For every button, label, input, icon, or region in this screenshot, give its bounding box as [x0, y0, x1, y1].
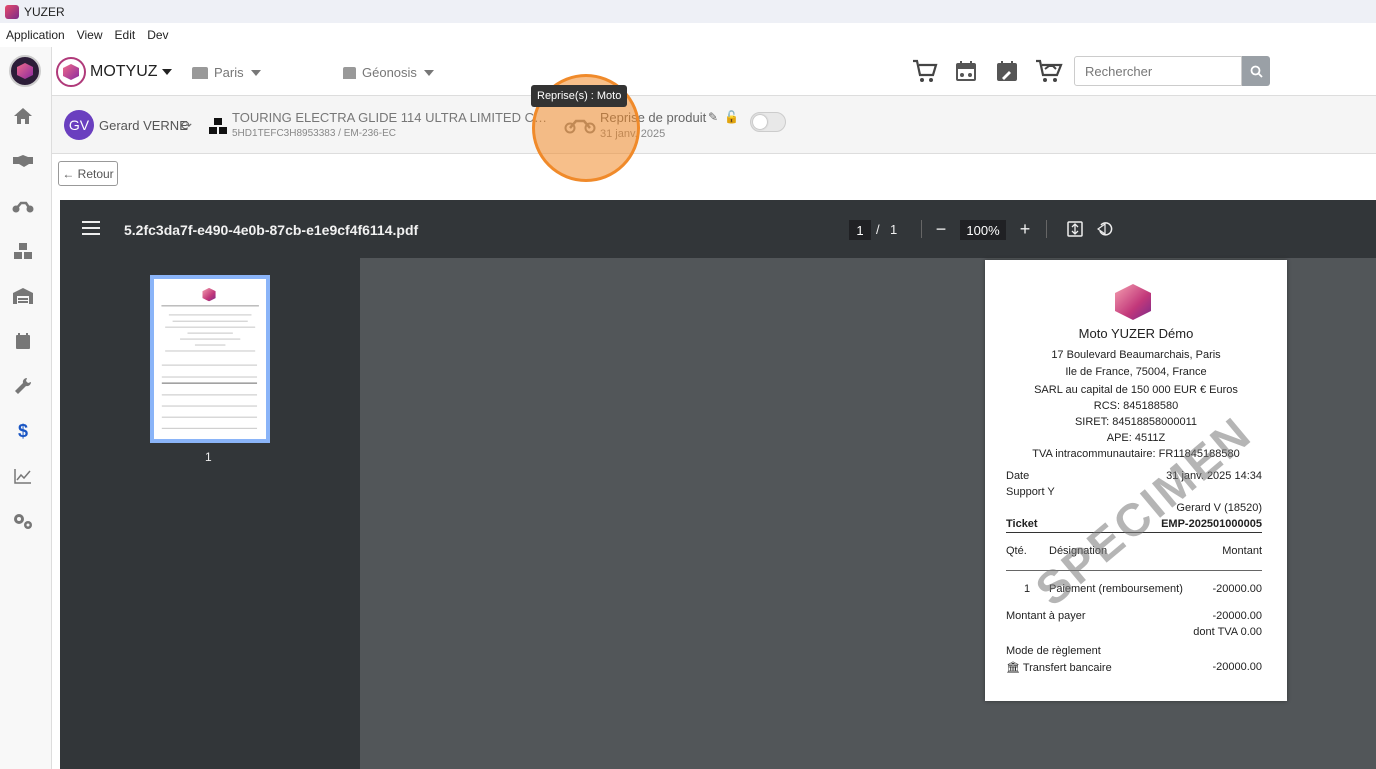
payment-method-row: 🏛 Transfert bancaire	[1006, 661, 1112, 674]
vehicle-name[interactable]: TOURING ELECTRA GLIDE 114 ULTRA LIMITED …	[232, 110, 550, 125]
toggle-switch[interactable]	[750, 112, 786, 132]
brand-logo[interactable]	[9, 55, 41, 87]
wrench-icon[interactable]	[12, 375, 34, 397]
company-logo-icon	[1115, 284, 1151, 320]
date-label: Date	[1006, 470, 1030, 482]
chart-line-icon[interactable]	[12, 465, 34, 487]
menu-edit[interactable]: Edit	[115, 28, 136, 42]
company-name: Moto YUZER Démo	[1078, 326, 1194, 341]
window-title: YUZER	[24, 4, 65, 19]
caret-down-icon	[423, 69, 434, 76]
store-icon	[192, 66, 208, 79]
divider	[921, 220, 922, 238]
group-selector[interactable]: Géonosis	[343, 65, 434, 80]
rotate-icon[interactable]	[1095, 218, 1117, 240]
tva-value: dont TVA 0.00	[1193, 626, 1262, 638]
payment-amount: -20000.00	[1212, 661, 1262, 673]
line-qty: 1	[1024, 583, 1031, 595]
cart-icon[interactable]	[911, 58, 939, 84]
cube-icon	[63, 64, 79, 80]
shop-selector[interactable]: MOTYUZ	[90, 63, 172, 81]
search-icon	[1250, 65, 1263, 78]
page-separator: /	[876, 222, 880, 237]
vehicle-vin-plate: 5HD1TEFC3H8953383 / EM-236-EC	[232, 128, 396, 139]
calendar-moto-icon[interactable]	[952, 58, 980, 84]
warehouse-small-icon	[343, 66, 356, 79]
edit-icon[interactable]: ✎	[708, 110, 718, 124]
support-label: Support Y	[1006, 486, 1055, 498]
company-capital: SARL au capital de 150 000 EUR € Euros	[1034, 384, 1238, 396]
menu-bar: Application View Edit Dev	[0, 23, 1376, 47]
lock-icon[interactable]: 🔓	[724, 110, 739, 124]
app-logo-icon	[5, 4, 19, 19]
cart-moto-icon[interactable]	[1035, 58, 1063, 84]
top-bar: MOTYUZ Paris Géonosis	[52, 47, 1376, 96]
company-address-2: Ile de France, 75004, France	[1065, 366, 1207, 378]
ticket-number: EMP-202501000005	[1161, 518, 1262, 530]
customer-name[interactable]: Gerard VERNE	[99, 118, 188, 133]
cubes-icon[interactable]	[12, 240, 34, 262]
zoom-out-icon[interactable]: −	[930, 218, 952, 240]
settings-gears-icon[interactable]	[12, 510, 34, 532]
page-thumbnail[interactable]	[150, 275, 270, 443]
fit-page-icon[interactable]	[1064, 218, 1086, 240]
col-qty: Qté.	[1006, 545, 1027, 557]
handshake-icon[interactable]	[12, 150, 34, 172]
refresh-icon[interactable]: ⟳	[181, 118, 192, 134]
window-titlebar: YUZER	[0, 0, 1376, 23]
company-rcs: RCS: 845188580	[1093, 400, 1179, 412]
warehouse-icon[interactable]	[12, 285, 34, 307]
total-value: -20000.00	[1212, 610, 1262, 622]
context-bar: GV Gerard VERNE ⟳ TOURING ELECTRA GLIDE …	[52, 96, 1376, 154]
thumbnail-pane: 1	[60, 258, 360, 769]
home-icon[interactable]	[12, 105, 34, 127]
dollar-icon[interactable]: $	[12, 420, 34, 442]
line-amount: -20000.00	[1212, 583, 1262, 595]
page-total: 1	[890, 222, 898, 237]
caret-down-icon	[161, 68, 172, 75]
shop-logo[interactable]	[56, 57, 86, 87]
calendar-wrench-icon[interactable]	[993, 58, 1021, 84]
col-amount: Montant	[1222, 545, 1262, 557]
menu-dev[interactable]: Dev	[147, 28, 168, 42]
sidebar: $	[0, 47, 52, 769]
cube-icon	[17, 63, 33, 79]
toggle-knob	[753, 115, 767, 129]
bank-icon: 🏛	[1006, 662, 1020, 674]
cubes-icon	[208, 117, 228, 139]
menu-icon[interactable]	[82, 221, 100, 237]
menu-application[interactable]: Application	[6, 28, 65, 42]
payment-label: Mode de règlement	[1006, 645, 1101, 657]
customer-avatar[interactable]: GV	[64, 110, 94, 140]
thumbnail-preview	[154, 279, 266, 439]
total-label: Montant à payer	[1006, 610, 1086, 622]
shop-name: MOTYUZ	[90, 63, 158, 80]
location-name: Paris	[214, 65, 244, 80]
pdf-file-name: 5.2fc3da7f-e490-4e0b-87cb-e1e9cf4f6114.p…	[124, 222, 419, 238]
tooltip: Reprise(s) : Moto	[531, 85, 628, 107]
caret-down-icon	[250, 69, 261, 76]
ticket-label: Ticket	[1006, 518, 1038, 530]
motorcycle-icon[interactable]	[12, 195, 34, 217]
search-input[interactable]	[1074, 56, 1242, 86]
group-name: Géonosis	[362, 65, 417, 80]
zoom-level-input[interactable]: 100%	[960, 220, 1006, 240]
back-button[interactable]: ← Retour	[58, 161, 118, 186]
search-button[interactable]	[1242, 56, 1270, 86]
pdf-viewer: 5.2fc3da7f-e490-4e0b-87cb-e1e9cf4f6114.p…	[60, 200, 1376, 769]
payment-method: Transfert bancaire	[1022, 662, 1112, 674]
location-selector[interactable]: Paris	[192, 65, 261, 80]
divider	[1046, 220, 1047, 238]
zoom-in-icon[interactable]: +	[1014, 218, 1036, 240]
pdf-toolbar: 5.2fc3da7f-e490-4e0b-87cb-e1e9cf4f6114.p…	[60, 200, 1376, 258]
company-address-1: 17 Boulevard Beaumarchais, Paris	[1051, 349, 1221, 361]
page-number-input[interactable]: 1	[849, 220, 871, 240]
menu-view[interactable]: View	[77, 28, 103, 42]
receipt-page: Moto YUZER Démo 17 Boulevard Beaumarchai…	[985, 260, 1287, 701]
thumbnail-page-number: 1	[205, 450, 212, 464]
calendar-icon[interactable]	[12, 330, 34, 352]
